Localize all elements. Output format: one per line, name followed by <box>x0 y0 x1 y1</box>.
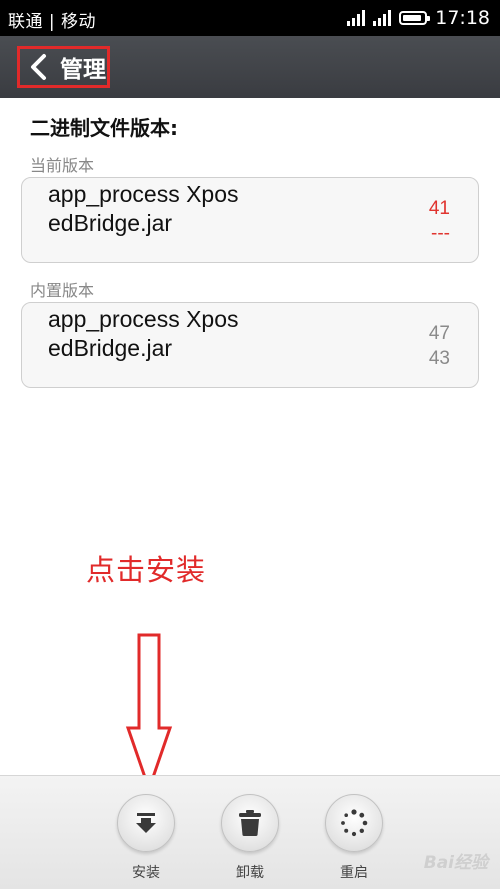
watermark: Bai经验 <box>423 853 488 873</box>
current-version-label: 当前版本 <box>30 156 95 175</box>
signal-icon <box>373 10 392 26</box>
builtin-version-card: app_process XposedBridge.jar 47 43 <box>21 302 479 388</box>
install-button[interactable]: 安装 <box>111 794 181 882</box>
annotation-text: 点击安装 <box>86 553 207 587</box>
version-value: --- <box>431 223 450 244</box>
reboot-label: 重启 <box>340 865 368 881</box>
section-title: 二进制文件版本: <box>30 116 178 140</box>
page-title: 管理 <box>60 57 106 83</box>
reboot-button[interactable]: 重启 <box>319 794 389 882</box>
signal-icon <box>347 10 366 26</box>
version-values: 47 43 <box>429 321 450 371</box>
uninstall-button[interactable]: 卸载 <box>215 794 285 882</box>
version-value: 43 <box>428 348 450 369</box>
version-value: 47 <box>428 323 450 344</box>
status-indicators: 17:18 <box>347 6 490 30</box>
builtin-version-label: 内置版本 <box>30 281 95 300</box>
uninstall-label: 卸载 <box>236 865 264 881</box>
install-label: 安装 <box>132 865 160 881</box>
file-names: app_process XposedBridge.jar <box>48 181 239 236</box>
version-values: 41 --- <box>429 196 450 246</box>
annotation-arrow-icon <box>125 633 173 793</box>
trash-icon <box>221 794 279 852</box>
bottom-toolbar: 安装 卸载 重启 Bai经验 <box>0 775 500 889</box>
status-bar: 联通 | 移动 17:18 <box>0 0 500 36</box>
clock: 17:18 <box>435 7 490 29</box>
battery-icon <box>399 11 431 25</box>
version-value: 41 <box>428 198 450 219</box>
back-chevron-icon <box>24 52 52 82</box>
file-names: app_process XposedBridge.jar <box>48 306 239 361</box>
spinner-icon <box>325 794 383 852</box>
title-bar: 管理 <box>0 36 500 98</box>
back-button[interactable]: 管理 <box>17 46 110 88</box>
carrier-label: 联通 | 移动 <box>8 12 97 32</box>
install-icon <box>117 794 175 852</box>
current-version-card: app_process XposedBridge.jar 41 --- <box>21 177 479 263</box>
